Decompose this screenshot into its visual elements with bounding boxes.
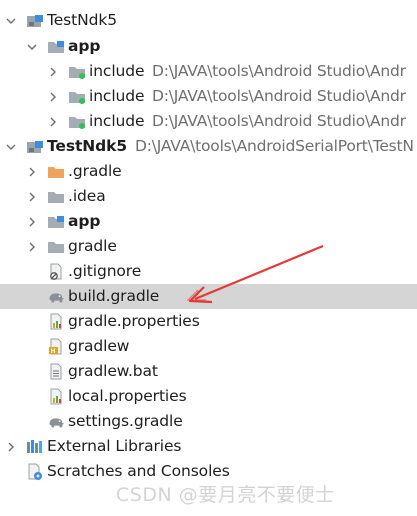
module-folder-icon — [47, 34, 65, 59]
tree-item-label: build.gradle — [68, 287, 160, 305]
tree-item-label: settings.gradle — [68, 412, 183, 430]
tree-item-path: D:\JAVA\tools\Android Studio\Andr — [152, 87, 406, 105]
tree-item[interactable]: TestNdk5 — [0, 8, 417, 33]
tree-item-label: .gradle — [68, 162, 122, 180]
tree-item-label: include — [89, 62, 145, 80]
tree-item[interactable]: build.gradle — [0, 284, 417, 309]
tree-item[interactable]: gradle.properties — [0, 309, 417, 334]
tree-item-label: local.properties — [68, 387, 187, 405]
libraries-icon — [26, 434, 44, 459]
tree-item-label: gradle.properties — [68, 312, 200, 330]
tree-item-label: include — [89, 112, 145, 130]
chevron-right-icon[interactable] — [25, 159, 39, 184]
module-icon — [26, 8, 44, 33]
tree-item-label: TestNdk5 — [47, 11, 117, 29]
chevron-right-icon[interactable] — [4, 434, 18, 459]
tree-item-label: TestNdk5 — [47, 137, 128, 155]
scratches-icon — [26, 459, 44, 484]
folder-icon — [47, 184, 65, 209]
module-folder-icon — [47, 209, 65, 234]
chevron-right-icon[interactable] — [46, 84, 60, 109]
svg-text:H: H — [51, 348, 56, 355]
watermark: CSDN @要月亮不要便士 — [116, 484, 335, 506]
gradle-elephant-icon — [47, 284, 65, 309]
tree-item-path: D:\JAVA\tools\Android Studio\Andr — [152, 112, 406, 130]
include-folder-icon — [68, 84, 86, 109]
tree-item[interactable]: .gradle — [0, 159, 417, 184]
chevron-right-icon[interactable] — [25, 184, 39, 209]
gitignore-icon — [47, 259, 65, 284]
tree-item[interactable]: app — [0, 34, 417, 59]
properties-icon — [47, 309, 65, 334]
tree-item-label: app — [68, 212, 101, 230]
chevron-right-icon[interactable] — [46, 109, 60, 134]
properties-icon — [47, 384, 65, 409]
tree-item-label: .idea — [68, 187, 106, 205]
gradle-elephant-icon — [47, 409, 65, 434]
include-folder-icon — [68, 109, 86, 134]
tree-item[interactable]: settings.gradle — [0, 409, 417, 434]
module-icon — [26, 134, 44, 159]
tree-item-label: .gitignore — [68, 262, 142, 280]
tree-item-path: D:\JAVA\tools\AndroidSerialPort\TestN — [135, 137, 414, 155]
chevron-right-icon[interactable] — [46, 59, 60, 84]
tree-item[interactable]: local.properties — [0, 384, 417, 409]
text-file-icon — [47, 359, 65, 384]
tree-item[interactable]: gradlew.bat — [0, 359, 417, 384]
tree-item-label: gradlew.bat — [68, 362, 158, 380]
tree-item-path: D:\JAVA\tools\Android Studio\Andr — [152, 62, 406, 80]
shell-script-icon: H — [47, 334, 65, 359]
tree-item-label: gradle — [68, 237, 117, 255]
chevron-down-icon[interactable] — [4, 8, 18, 33]
tree-item[interactable]: External Libraries — [0, 434, 417, 459]
tree-item[interactable]: .gitignore — [0, 259, 417, 284]
orange-folder-icon — [47, 159, 65, 184]
tree-item[interactable]: Hgradlew — [0, 334, 417, 359]
tree-item-label: include — [89, 87, 145, 105]
chevron-right-icon[interactable] — [25, 234, 39, 259]
tree-item-label: app — [68, 37, 101, 55]
tree-item[interactable]: TestNdk5 D:\JAVA\tools\AndroidSerialPort\… — [0, 134, 417, 159]
chevron-down-icon[interactable] — [4, 134, 18, 159]
tree-item[interactable]: include D:\JAVA\tools\Android Studio\Andr — [0, 84, 417, 109]
tree-item[interactable]: app — [0, 209, 417, 234]
chevron-right-icon[interactable] — [25, 209, 39, 234]
tree-item[interactable]: include D:\JAVA\tools\Android Studio\Andr — [0, 59, 417, 84]
tree-item[interactable]: gradle — [0, 234, 417, 259]
folder-icon — [47, 234, 65, 259]
tree-item[interactable]: include D:\JAVA\tools\Android Studio\Andr — [0, 109, 417, 134]
tree-item-label: External Libraries — [47, 437, 182, 455]
tree-item[interactable]: .idea — [0, 184, 417, 209]
chevron-down-icon[interactable] — [25, 34, 39, 59]
include-folder-icon — [68, 59, 86, 84]
tree-item-label: gradlew — [68, 337, 130, 355]
